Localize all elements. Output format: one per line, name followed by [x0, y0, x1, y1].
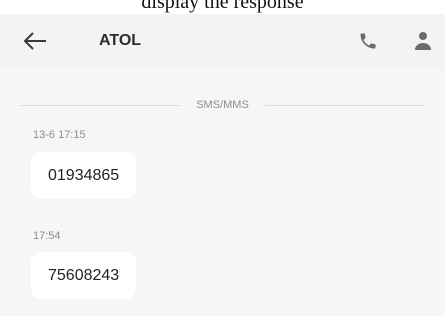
person-icon[interactable]	[413, 30, 433, 52]
channel-label: SMS/MMS	[196, 99, 249, 111]
arrow-left-icon[interactable]	[22, 29, 48, 53]
conversation-header: ATOL	[0, 14, 445, 68]
divider-line-left	[20, 105, 180, 106]
channel-divider: SMS/MMS	[20, 98, 425, 112]
message-thread[interactable]: SMS/MMS 13-6 17:15 01934865 17:54 756082…	[0, 68, 445, 316]
contact-title: ATOL	[99, 32, 142, 49]
message-bubble[interactable]: 01934865	[31, 152, 137, 199]
divider-line-right	[265, 105, 425, 106]
message-bubble[interactable]: 75608243	[31, 252, 137, 299]
banner-text: display the response	[141, 0, 304, 13]
message-timestamp: 17:54	[33, 230, 61, 242]
top-banner: display the response	[0, 0, 445, 14]
message-timestamp: 13-6 17:15	[33, 129, 86, 141]
phone-icon[interactable]	[358, 31, 378, 51]
